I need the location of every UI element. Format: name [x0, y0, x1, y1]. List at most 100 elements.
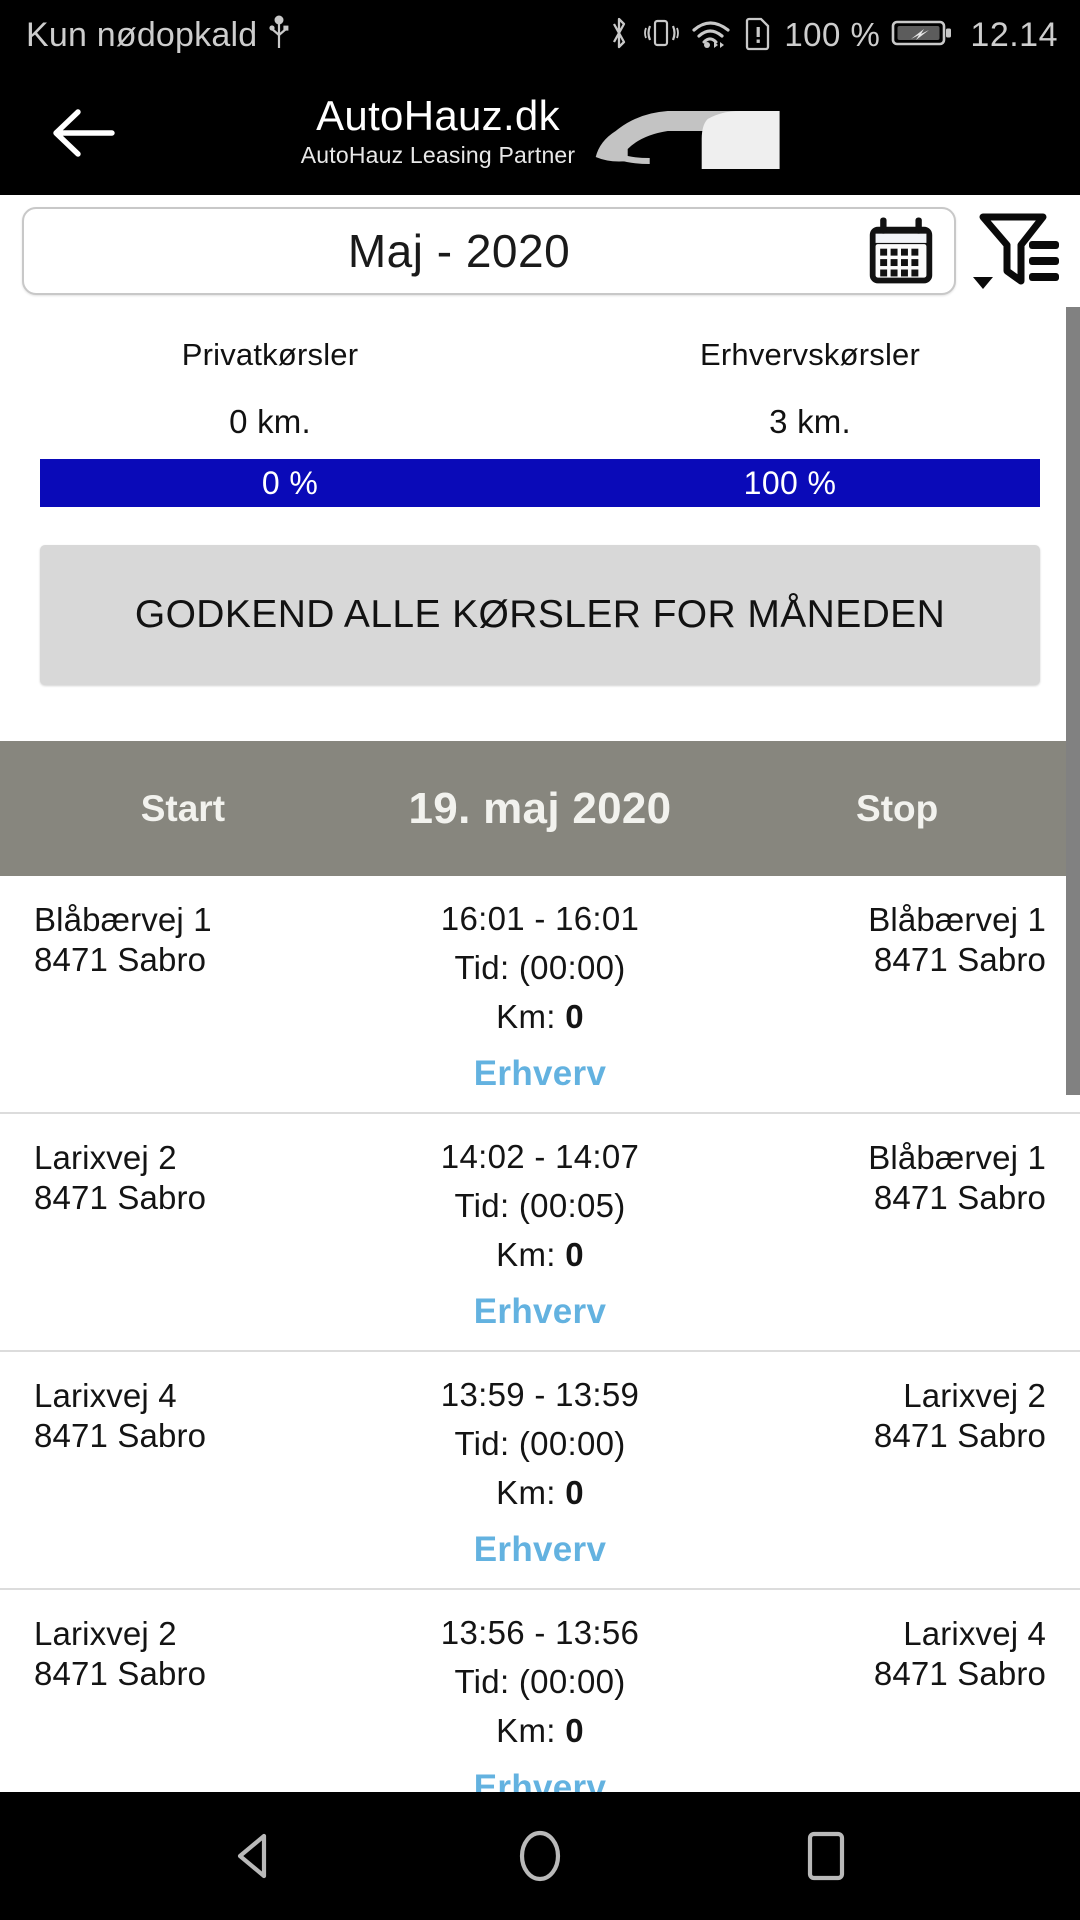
- trip-km-value: 0: [565, 1474, 584, 1511]
- usb-icon: [267, 14, 291, 56]
- trip-km: Km: 0: [327, 1236, 752, 1274]
- sim-alert-icon: [743, 14, 773, 57]
- main-content: Privatkørsler 0 km. Erhvervskørsler 3 km…: [0, 307, 1080, 1920]
- trip-type-badge[interactable]: Erhverv: [327, 1530, 752, 1570]
- trip-duration: Tid: (00:00): [454, 1663, 626, 1700]
- filter-icon: [973, 213, 1059, 289]
- stop-column-header: Stop: [856, 787, 939, 829]
- trip-stop-col: Blåbærvej 1 8471 Sabro: [753, 1138, 1046, 1332]
- table-row[interactable]: Larixvej 4 8471 Sabro 13:59 - 13:59 Tid:…: [0, 1352, 1080, 1590]
- trip-km-label: Km:: [496, 998, 556, 1035]
- stop-address: Blåbærvej 1: [868, 1139, 1046, 1176]
- brand-title: AutoHauz.dk: [316, 91, 560, 139]
- stop-address: Larixvej 2: [903, 1377, 1046, 1414]
- day-header: Start 19. maj 2020 Stop: [0, 741, 1080, 876]
- nav-recents-button[interactable]: [778, 1808, 874, 1904]
- trip-start-col: Blåbærvej 1 8471 Sabro: [34, 900, 327, 1094]
- private-stats-col: Privatkørsler 0 km.: [0, 319, 540, 459]
- phone-screen: Kun nødopkald 100 % 12.14 AutoHauz.dk Au…: [0, 0, 1080, 1920]
- bluetooth-icon: [606, 14, 632, 57]
- trip-time-range: 13:56 - 13:56: [440, 1614, 640, 1651]
- start-zip: 8471 Sabro: [34, 1655, 207, 1693]
- wifi-icon: [690, 14, 732, 57]
- start-address: Larixvej 2: [34, 1615, 177, 1652]
- status-bar-left: Kun nødopkald: [26, 14, 291, 56]
- month-value-label: Maj - 2020: [347, 225, 571, 277]
- approve-section: GODKEND ALLE KØRSLER FOR MÅNEDEN: [0, 507, 1080, 741]
- status-bar-right: 100 % 12.14: [606, 14, 1058, 57]
- trip-km: Km: 0: [327, 1474, 752, 1512]
- start-address: Larixvej 4: [34, 1377, 177, 1414]
- trip-km-value: 0: [565, 1236, 584, 1273]
- stop-address: Blåbærvej 1: [868, 901, 1046, 938]
- app-header: AutoHauz.dk AutoHauz Leasing Partner: [0, 70, 1080, 195]
- private-label: Privatkørsler: [181, 337, 359, 372]
- stop-zip: 8471 Sabro: [873, 1655, 1046, 1693]
- start-column-header: Start: [140, 787, 226, 829]
- back-arrow-icon: [53, 108, 115, 157]
- stop-zip: 8471 Sabro: [873, 1179, 1046, 1217]
- trip-details-col: 14:02 - 14:07 Tid: (00:05) Km: 0 Erhverv: [327, 1138, 752, 1332]
- trip-type-badge[interactable]: Erhverv: [327, 1054, 752, 1094]
- back-button[interactable]: [48, 103, 118, 163]
- business-km-value: 3 km.: [769, 403, 851, 440]
- vertical-scrollbar[interactable]: [1066, 307, 1080, 1095]
- month-picker-field[interactable]: Maj - 2020: [22, 207, 956, 295]
- trip-duration: Tid: (00:00): [454, 949, 626, 986]
- business-stats-col: Erhvervskørsler 3 km.: [540, 319, 1080, 459]
- trip-km-label: Km:: [496, 1474, 556, 1511]
- private-percent-label: 0 %: [261, 464, 319, 501]
- trip-time-range: 16:01 - 16:01: [440, 900, 640, 937]
- trip-time-range: 14:02 - 14:07: [440, 1138, 640, 1175]
- start-zip: 8471 Sabro: [34, 941, 207, 979]
- stats-titles-row: Privatkørsler 0 km. Erhvervskørsler 3 km…: [0, 319, 1080, 459]
- private-km-value: 0 km.: [229, 403, 311, 440]
- trip-km-value: 0: [565, 1712, 584, 1749]
- stop-zip: 8471 Sabro: [873, 1417, 1046, 1455]
- trip-duration: Tid: (00:00): [454, 1425, 626, 1462]
- trip-stop-col: Larixvej 2 8471 Sabro: [753, 1376, 1046, 1570]
- approve-all-button[interactable]: GODKEND ALLE KØRSLER FOR MÅNEDEN: [40, 545, 1040, 685]
- month-selector-bar: Maj - 2020: [0, 195, 1080, 307]
- status-bar: Kun nødopkald 100 % 12.14: [0, 0, 1080, 70]
- battery-percent-label: 100 %: [784, 16, 881, 53]
- trip-details-col: 13:59 - 13:59 Tid: (00:00) Km: 0 Erhverv: [327, 1376, 752, 1570]
- trip-start-col: Larixvej 2 8471 Sabro: [34, 1614, 327, 1808]
- trip-start-col: Larixvej 4 8471 Sabro: [34, 1376, 327, 1570]
- start-zip: 8471 Sabro: [34, 1417, 207, 1455]
- trip-duration: Tid: (00:05): [454, 1187, 626, 1224]
- battery-charging-icon: [891, 15, 953, 56]
- filter-button[interactable]: [962, 201, 1072, 301]
- nav-home-button[interactable]: [492, 1808, 588, 1904]
- trip-km: Km: 0: [327, 1712, 752, 1750]
- nav-back-button[interactable]: [206, 1808, 302, 1904]
- trip-km-label: Km:: [496, 1712, 556, 1749]
- calendar-icon[interactable]: [864, 214, 938, 288]
- nav-back-triangle-icon: [237, 1833, 267, 1879]
- nav-recents-square-icon: [807, 1831, 845, 1881]
- vibrate-icon: [643, 14, 680, 57]
- android-nav-bar: [0, 1792, 1080, 1920]
- table-row[interactable]: Larixvej 2 8471 Sabro 14:02 - 14:07 Tid:…: [0, 1114, 1080, 1352]
- brand-subtitle: AutoHauz Leasing Partner: [300, 142, 576, 169]
- table-row[interactable]: Blåbærvej 1 8471 Sabro 16:01 - 16:01 Tid…: [0, 876, 1080, 1114]
- percentage-bar: 0 % 100 %: [40, 459, 1040, 507]
- business-percent-label: 100 %: [743, 464, 837, 501]
- nav-home-circle-icon: [519, 1830, 561, 1882]
- trip-km: Km: 0: [327, 998, 752, 1036]
- trip-km-value: 0: [565, 998, 584, 1035]
- brand-text: AutoHauz.dk AutoHauz Leasing Partner: [300, 91, 576, 169]
- start-zip: 8471 Sabro: [34, 1179, 207, 1217]
- stop-address: Larixvej 4: [903, 1615, 1046, 1652]
- brand-logo-group: AutoHauz.dk AutoHauz Leasing Partner: [301, 91, 780, 173]
- stop-zip: 8471 Sabro: [873, 941, 1046, 979]
- trip-stop-col: Blåbærvej 1 8471 Sabro: [753, 900, 1046, 1094]
- day-date-label: 19. maj 2020: [408, 783, 672, 833]
- start-address: Larixvej 2: [34, 1139, 177, 1176]
- start-address: Blåbærvej 1: [34, 901, 212, 938]
- trip-start-col: Larixvej 2 8471 Sabro: [34, 1138, 327, 1332]
- trip-stop-col: Larixvej 4 8471 Sabro: [753, 1614, 1046, 1808]
- trip-type-badge[interactable]: Erhverv: [327, 1292, 752, 1332]
- carrier-label: Kun nødopkald: [26, 15, 258, 54]
- trip-details-col: 13:56 - 13:56 Tid: (00:00) Km: 0 Erhverv: [327, 1614, 752, 1808]
